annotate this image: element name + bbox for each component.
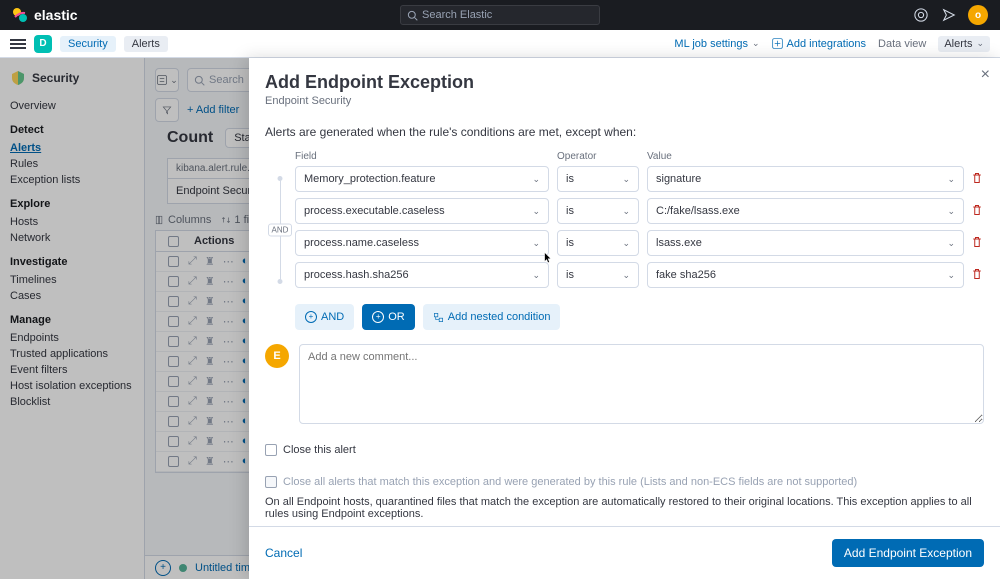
condition-columns: Field Operator Value — [295, 151, 984, 162]
and-badge: AND — [268, 224, 293, 237]
add-nested-button[interactable]: Add nested condition — [423, 304, 561, 330]
logo[interactable]: elastic — [12, 7, 78, 23]
operator-select[interactable]: is⌄ — [557, 166, 639, 192]
brand-text: elastic — [34, 7, 78, 23]
data-view-selector[interactable]: Alerts⌄ — [938, 36, 990, 52]
header-actions: o — [912, 5, 988, 25]
subheader-right: ML job settings⌄ Add integrations Data v… — [674, 36, 990, 52]
search-placeholder: Search Elastic — [422, 9, 492, 21]
value-select[interactable]: signature⌄ — [647, 166, 964, 192]
add-exception-modal: × Add Endpoint Exception Endpoint Securi… — [249, 58, 1000, 579]
field-select[interactable]: process.executable.caseless⌄ — [295, 198, 549, 224]
field-select[interactable]: process.hash.sha256⌄ — [295, 262, 549, 288]
condition-buttons: +AND +OR Add nested condition — [295, 304, 984, 330]
sub-header: D Security Alerts ML job settings⌄ Add i… — [0, 30, 1000, 58]
delete-condition-icon[interactable] — [970, 172, 984, 187]
operator-select[interactable]: is⌄ — [557, 230, 639, 256]
space-badge[interactable]: D — [34, 35, 52, 53]
note-text: On all Endpoint hosts, quarantined files… — [265, 496, 984, 520]
close-icon[interactable]: × — [981, 66, 990, 84]
condition-row: process.name.caseless⌄ is⌄ lsass.exe⌄ — [295, 230, 984, 256]
search-icon — [407, 10, 418, 21]
close-alert-checkbox[interactable] — [265, 444, 277, 456]
modal-body: Alerts are generated when the rule's con… — [249, 115, 1000, 526]
data-view-label: Data view — [878, 38, 926, 50]
delete-condition-icon[interactable] — [970, 268, 984, 283]
comment-section: E — [265, 344, 984, 424]
comment-avatar: E — [265, 344, 289, 368]
value-select[interactable]: C:/fake/lsass.exe⌄ — [647, 198, 964, 224]
user-avatar[interactable]: o — [968, 5, 988, 25]
breadcrumb-alerts[interactable]: Alerts — [124, 36, 168, 52]
modal-header: Add Endpoint Exception Endpoint Security — [249, 58, 1000, 115]
col-field-label: Field — [295, 151, 549, 162]
and-button[interactable]: +AND — [295, 304, 354, 330]
close-alert-row[interactable]: Close this alert — [265, 444, 984, 456]
condition-row: process.hash.sha256⌄ is⌄ fake sha256⌄ — [295, 262, 984, 288]
and-rail: AND — [265, 166, 295, 294]
modal-description: Alerts are generated when the rule's con… — [265, 125, 984, 139]
add-integrations-link[interactable]: Add integrations — [772, 38, 867, 50]
plus-square-icon — [772, 38, 783, 49]
modal-footer: Cancel Add Endpoint Exception — [249, 526, 1000, 579]
close-all-row: Close all alerts that match this excepti… — [265, 476, 984, 488]
col-operator-label: Operator — [557, 151, 639, 162]
field-select[interactable]: process.name.caseless⌄ — [295, 230, 549, 256]
condition-row: process.executable.caseless⌄ is⌄ C:/fake/l… — [295, 198, 984, 224]
delete-condition-icon[interactable] — [970, 236, 984, 251]
close-all-label: Close all alerts that match this excepti… — [283, 476, 857, 488]
col-value-label: Value — [647, 151, 984, 162]
close-all-checkbox — [265, 476, 277, 488]
field-select[interactable]: Memory_protection.feature⌄ — [295, 166, 549, 192]
elastic-logo-icon — [12, 7, 28, 23]
ml-job-settings-link[interactable]: ML job settings⌄ — [674, 38, 759, 50]
help-icon[interactable] — [912, 6, 930, 24]
condition-row: Memory_protection.feature⌄ is⌄ signature⌄ — [295, 166, 984, 192]
global-header: elastic Search Elastic o — [0, 0, 1000, 30]
delete-condition-icon[interactable] — [970, 204, 984, 219]
or-button[interactable]: +OR — [362, 304, 415, 330]
global-search-input[interactable]: Search Elastic — [400, 5, 600, 25]
submit-button[interactable]: Add Endpoint Exception — [832, 539, 984, 567]
close-alert-label: Close this alert — [283, 444, 356, 456]
breadcrumb-security[interactable]: Security — [60, 36, 116, 52]
nested-icon — [433, 312, 444, 323]
modal-subtitle: Endpoint Security — [265, 95, 984, 107]
nav-toggle-icon[interactable] — [10, 36, 26, 52]
newsfeed-icon[interactable] — [940, 6, 958, 24]
value-select[interactable]: fake sha256⌄ — [647, 262, 964, 288]
modal-title: Add Endpoint Exception — [265, 72, 984, 93]
comment-input[interactable] — [299, 344, 984, 424]
operator-select[interactable]: is⌄ — [557, 198, 639, 224]
operator-select[interactable]: is⌄ — [557, 262, 639, 288]
value-select[interactable]: lsass.exe⌄ — [647, 230, 964, 256]
cancel-button[interactable]: Cancel — [265, 546, 302, 560]
